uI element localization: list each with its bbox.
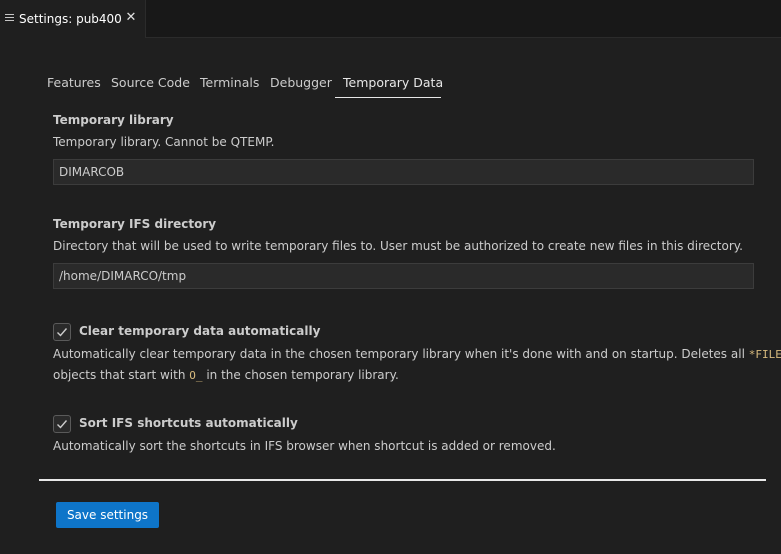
close-icon[interactable]: ✕	[123, 10, 139, 26]
check-icon	[57, 420, 68, 429]
lines-icon	[5, 14, 14, 24]
editor-tab-bar: Settings: pub400 ✕	[0, 0, 781, 38]
file-code: *FILE	[748, 348, 781, 361]
editor-tab-settings[interactable]: Settings: pub400 ✕	[0, 0, 146, 38]
editor-tab-title: Settings: pub400	[19, 12, 122, 26]
temporary-library-title: Temporary library	[53, 113, 174, 127]
save-settings-button[interactable]: Save settings	[56, 502, 159, 528]
tab-temporary-data[interactable]: Temporary Data	[335, 74, 443, 98]
temporary-ifs-title: Temporary IFS directory	[53, 217, 217, 231]
temporary-library-input[interactable]	[53, 159, 754, 185]
temporary-library-description: Temporary library. Cannot be QTEMP.	[53, 135, 275, 149]
tab-source-code[interactable]: Source Code	[111, 74, 190, 98]
temporary-ifs-description: Directory that will be used to write tem…	[53, 239, 743, 253]
clear-temp-description: Automatically clear temporary data in th…	[53, 347, 781, 382]
tab-features[interactable]: Features	[47, 74, 101, 98]
clear-temp-label: Clear temporary data automatically	[79, 324, 321, 338]
settings-panel: Features Source Code Terminals Debugger …	[0, 38, 781, 554]
settings-subtabs: Features Source Code Terminals Debugger …	[39, 74, 443, 98]
tab-terminals[interactable]: Terminals	[200, 74, 259, 98]
clear-temp-checkbox[interactable]	[53, 323, 71, 341]
prefix-code: O_	[189, 369, 203, 382]
sort-ifs-label: Sort IFS shortcuts automatically	[79, 416, 298, 430]
temporary-ifs-input[interactable]	[53, 263, 754, 289]
check-icon	[57, 328, 68, 337]
tab-debugger[interactable]: Debugger	[270, 74, 332, 98]
sort-ifs-checkbox[interactable]	[53, 415, 71, 433]
section-divider	[39, 479, 766, 481]
sort-ifs-description: Automatically sort the shortcuts in IFS …	[53, 439, 556, 453]
